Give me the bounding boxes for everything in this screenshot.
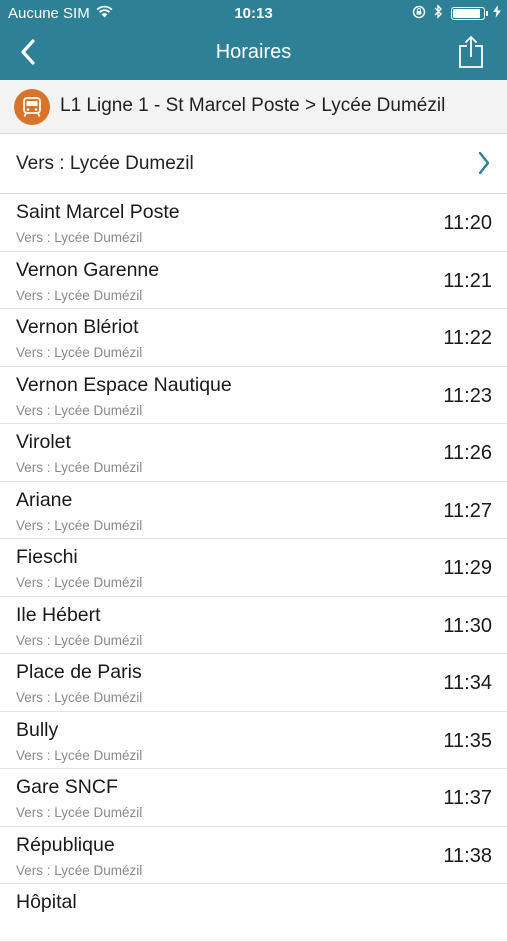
stop-name: Ariane: [16, 488, 73, 511]
stop-row[interactable]: Ariane Vers : Lycée Dumézil 11:27: [0, 481, 507, 539]
stop-direction: Vers : Lycée Dumézil: [16, 460, 143, 475]
stop-time: 11:34: [443, 672, 492, 694]
charging-icon: [493, 5, 501, 22]
stop-direction: Vers : Lycée Dumézil: [16, 517, 143, 533]
stop-row[interactable]: République Vers : Lycée Dumézil 11:38: [0, 826, 507, 884]
stop-direction: Vers : Lycée Dumézil: [16, 287, 143, 303]
stop-direction: Vers : Lycée Dumézil: [16, 230, 143, 245]
stop-time: 11:21: [443, 269, 492, 292]
line-title: L1 Ligne 1 - St Marcel Poste > Lycée Dum…: [60, 95, 446, 116]
stop-name: Fieschi: [16, 546, 78, 568]
stop-time: 11:23: [443, 384, 492, 407]
chevron-right-icon: [477, 150, 491, 181]
battery-icon: [451, 7, 488, 20]
status-right: [412, 4, 501, 23]
stop-row[interactable]: Vernon Garenne Vers : Lycée Dumézil 11:21: [0, 251, 507, 309]
stop-direction: Vers : Lycée Dumézil: [16, 402, 143, 418]
direction-label: Vers : Lycée Dumezil: [16, 153, 194, 174]
stop-direction: Vers : Lycée Dumézil: [16, 862, 143, 878]
stop-time: 11:29: [443, 557, 492, 579]
bus-icon: [14, 89, 50, 125]
stop-row[interactable]: Bully Vers : Lycée Dumézil 11:35: [0, 711, 507, 769]
stop-name: Vernon Blériot: [16, 316, 139, 338]
stop-row[interactable]: Fieschi Vers : Lycée Dumézil 11:29: [0, 539, 507, 597]
stop-time: 11:27: [443, 499, 492, 522]
stop-name: Gare SNCF: [16, 776, 118, 798]
stop-time: 11:35: [443, 729, 492, 752]
stop-direction: Vers : Lycée Dumézil: [16, 805, 143, 820]
stop-direction: Vers : Lycée Dumézil: [16, 632, 143, 648]
stop-direction: Vers : Lycée Dumézil: [16, 747, 143, 763]
stop-name: Ile Hébert: [16, 603, 101, 626]
stop-row[interactable]: Virolet Vers : Lycée Dumézil 11:26: [0, 424, 507, 482]
stop-direction: Vers : Lycée Dumézil: [16, 345, 143, 360]
stop-direction: Vers : Lycée Dumézil: [16, 575, 143, 590]
battery-fill: [453, 9, 480, 18]
stop-time: 11:26: [443, 442, 492, 464]
bluetooth-icon: [434, 4, 443, 23]
stop-time: 11:37: [443, 787, 492, 809]
direction-selector[interactable]: Vers : Lycée Dumezil: [0, 134, 507, 194]
stop-time: 11:30: [443, 614, 492, 637]
stop-name: Vernon Espace Nautique: [16, 373, 232, 396]
stop-direction: Vers : Lycée Dumézil: [16, 690, 143, 705]
status-bar: Aucune SIM 10:13: [0, 0, 507, 28]
stop-row[interactable]: Saint Marcel Poste Vers : Lycée Dumézil 11…: [0, 194, 507, 252]
stop-name: Virolet: [16, 431, 71, 453]
stop-row[interactable]: Place de Paris Vers : Lycée Dumézil 11:34: [0, 654, 507, 712]
stop-row[interactable]: Ile Hébert Vers : Lycée Dumézil 11:30: [0, 596, 507, 654]
stop-time: 11:38: [443, 844, 492, 867]
stop-name: République: [16, 833, 115, 856]
stop-row[interactable]: Gare SNCF Vers : Lycée Dumézil 11:37: [0, 769, 507, 827]
share-icon: [458, 35, 484, 74]
orientation-lock-icon: [412, 5, 426, 23]
line-banner: L1 Ligne 1 - St Marcel Poste > Lycée Dum…: [0, 80, 507, 134]
stop-list: Saint Marcel Poste Vers : Lycée Dumézil 11…: [0, 194, 507, 942]
page-title: Horaires: [215, 41, 292, 63]
stop-name: Bully: [16, 718, 59, 741]
nav-bar: Horaires: [0, 28, 507, 80]
stop-row[interactable]: Hôpital: [0, 884, 507, 942]
stop-time: 11:22: [443, 327, 492, 349]
stop-time: 11:20: [443, 212, 492, 234]
stop-row[interactable]: Vernon Espace Nautique Vers : Lycée Duméz…: [0, 366, 507, 424]
app-header: Aucune SIM 10:13 Horaires: [0, 0, 507, 80]
stop-name: Vernon Garenne: [16, 258, 160, 281]
stop-row[interactable]: Vernon Blériot Vers : Lycée Dumézil 11:22: [0, 309, 507, 367]
stop-name: Place de Paris: [16, 661, 142, 683]
stop-name: Saint Marcel Poste: [16, 201, 180, 223]
stop-name: Hôpital: [16, 891, 77, 913]
share-button[interactable]: [451, 32, 491, 76]
